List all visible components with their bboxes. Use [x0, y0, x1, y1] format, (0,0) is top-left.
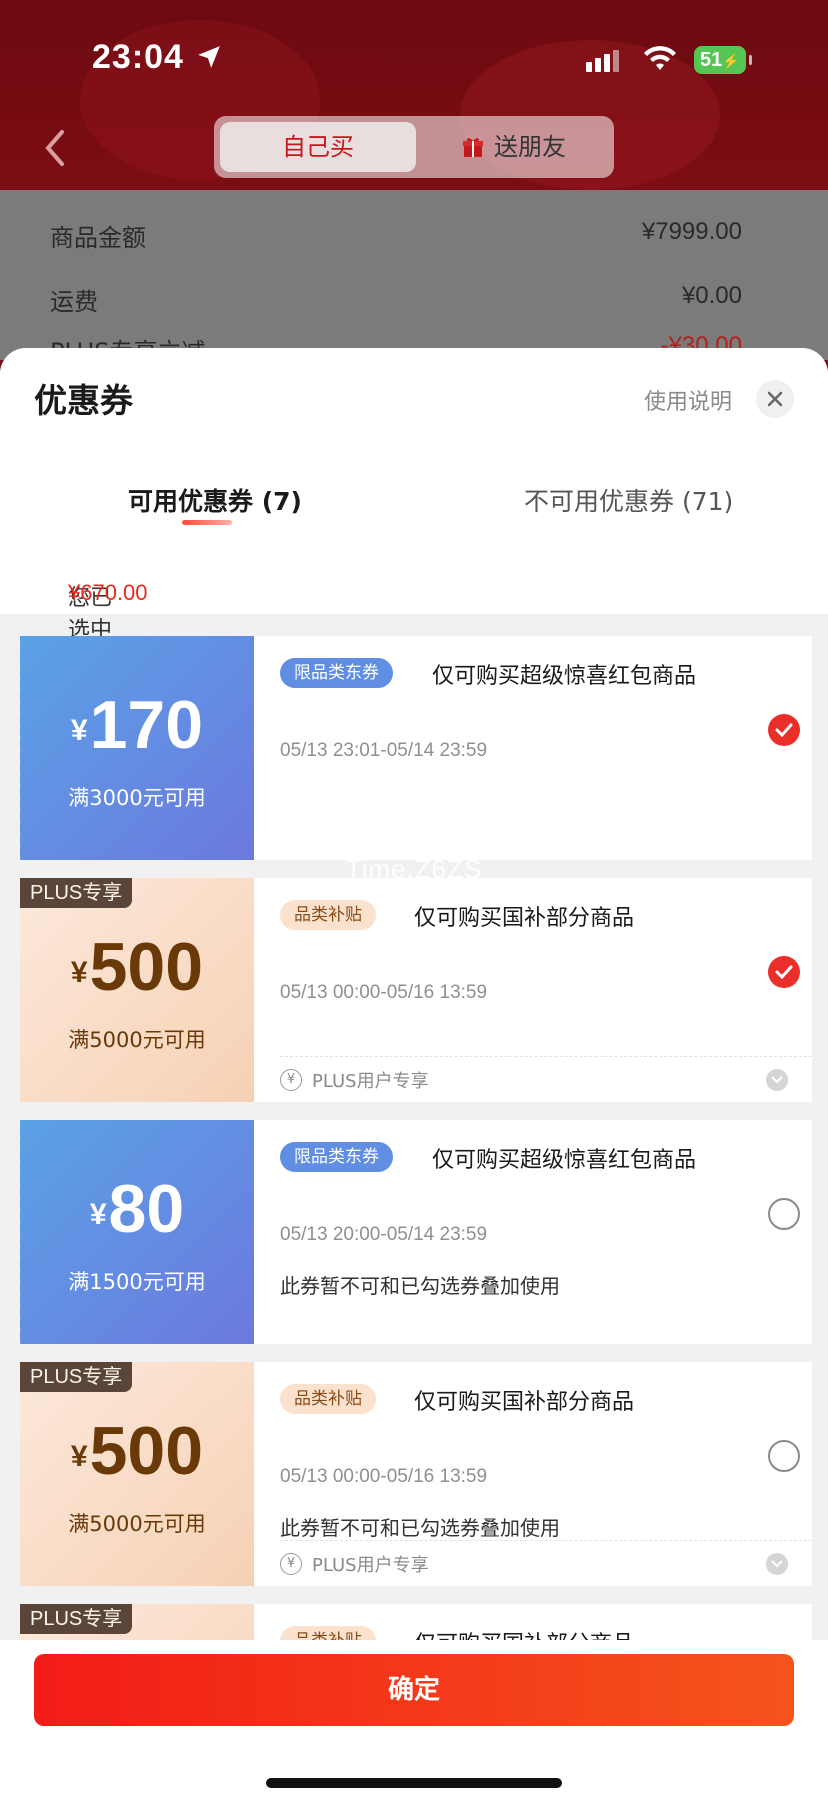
active-tab-indicator	[182, 520, 232, 525]
plus-note: PLUS用户专享	[312, 1071, 429, 1092]
coupon-tag: 品类补贴	[280, 900, 376, 930]
coupon-tag: 限品类东券	[280, 1142, 393, 1172]
coupon-validity: 05/13 23:01-05/14 23:59	[280, 740, 488, 761]
bottom-action-bar: 确定	[0, 1640, 828, 1800]
coupon-sheet: 优惠券 使用说明 可用优惠券 (7) 不可用优惠券 (71) 您已选中优惠券２张…	[0, 348, 828, 1800]
wifi-icon	[644, 46, 676, 70]
coupon-amount: ¥500	[20, 1412, 254, 1490]
stacking-warning: 此券暂不可和已勾选券叠加使用	[280, 1516, 560, 1540]
gift-icon	[463, 138, 483, 157]
plus-note-row[interactable]: ¥ PLUS用户专享	[280, 1056, 812, 1096]
plus-note: PLUS用户专享	[312, 1555, 429, 1576]
currency-symbol: ¥	[70, 714, 88, 747]
coupon-checkbox[interactable]	[768, 956, 800, 988]
coupon-value-panel: PLUS专享 ¥500 满5000元可用	[16, 1362, 254, 1586]
status-time: 23:04	[92, 38, 184, 76]
coupon-condition: 满1500元可用	[68, 1270, 206, 1294]
coupon-description: 仅可购买国补部分商品	[414, 1390, 635, 1415]
sheet-title: 优惠券	[34, 381, 133, 420]
back-arrow-icon[interactable]	[40, 128, 70, 168]
confirm-button[interactable]: 确定	[34, 1654, 794, 1726]
coupon-details: 品类补贴 仅可购买国补部分商品 05/13 00:00-05/16 13:59 …	[254, 1362, 812, 1586]
order-summary: 商品金额 ¥7999.00 运费 ¥0.00 PLUS专享立减 -¥30.00	[0, 190, 828, 366]
tab-unavailable-coupons[interactable]: 不可用优惠券 (71)	[524, 482, 733, 518]
coupon-validity: 05/13 00:00-05/16 13:59	[280, 982, 488, 1003]
plus-note-row[interactable]: ¥ PLUS用户专享	[280, 1540, 812, 1580]
coupon-condition: 满5000元可用	[68, 1028, 206, 1052]
watermark: Time.Z6ZS	[345, 854, 483, 884]
coupon-amount-value: 170	[89, 687, 204, 763]
coupon-details: 限品类东券 仅可购买超级惊喜红包商品 05/13 20:00-05/14 23:…	[254, 1120, 812, 1344]
coupon-condition: 满5000元可用	[68, 1512, 206, 1536]
coupon-details: 限品类东券 仅可购买超级惊喜红包商品 05/13 23:01-05/14 23:…	[254, 636, 812, 860]
coupon-value-panel: ¥170 满3000元可用	[16, 636, 254, 860]
coupon-card[interactable]: ¥170 满3000元可用 限品类东券 仅可购买超级惊喜红包商品 05/13 2…	[16, 636, 812, 860]
summary-label: 商品金额	[50, 224, 146, 252]
summary-value: ¥0.00	[681, 282, 742, 309]
coupon-amount-value: 500	[89, 1413, 204, 1489]
coupon-amount-value: 80	[108, 1171, 185, 1247]
close-icon	[767, 391, 783, 407]
checkmark-icon	[775, 723, 793, 737]
plus-exclusive-badge: PLUS专享	[20, 1362, 133, 1392]
selected-summary: 您已选中优惠券２张，共可抵用¥670.00	[0, 540, 828, 803]
summary-label: 运费	[50, 288, 98, 316]
home-indicator	[266, 1778, 562, 1788]
coupon-checkbox[interactable]	[768, 1440, 800, 1472]
coupon-card[interactable]: ¥80 满1500元可用 限品类东券 仅可购买超级惊喜红包商品 05/13 20…	[16, 1120, 812, 1344]
tab-buy-for-self[interactable]: 自己买	[220, 122, 416, 172]
yen-coin-icon: ¥	[280, 1553, 302, 1575]
plus-exclusive-badge: PLUS专享	[20, 1604, 133, 1634]
tab-send-to-friend-label: 送朋友	[494, 133, 566, 161]
currency-symbol: ¥	[70, 956, 88, 989]
coupon-value-panel: PLUS专享 ¥500 满5000元可用	[16, 878, 254, 1102]
close-button[interactable]	[756, 380, 794, 418]
coupon-amount: ¥500	[20, 928, 254, 1006]
yen-coin-icon: ¥	[280, 1069, 302, 1091]
coupon-validity: 05/13 00:00-05/16 13:59	[280, 1466, 488, 1487]
battery-level: 51	[700, 49, 723, 71]
usage-instructions-link[interactable]: 使用说明	[644, 384, 732, 416]
currency-symbol: ¥	[89, 1198, 107, 1231]
currency-symbol: ¥	[70, 1440, 88, 1473]
coupon-checkbox[interactable]	[768, 1198, 800, 1230]
location-arrow-icon	[198, 46, 220, 68]
coupon-validity: 05/13 20:00-05/14 23:59	[280, 1224, 488, 1245]
selected-amount: ¥670.00	[68, 580, 148, 605]
sheet-header: 优惠券 使用说明 可用优惠券 (7) 不可用优惠券 (71)	[0, 348, 828, 540]
cellular-signal-icon	[586, 50, 622, 76]
battery-icon: 51⚡	[694, 46, 752, 74]
status-bar: 23:04 51⚡	[0, 38, 828, 88]
coupon-checkbox[interactable]	[768, 714, 800, 746]
summary-value: ¥7999.00	[641, 218, 742, 245]
coupon-amount: ¥170	[20, 686, 254, 764]
stacking-warning: 此券暂不可和已勾选券叠加使用	[280, 1274, 560, 1298]
tab-available-coupons[interactable]: 可用优惠券 (7)	[128, 482, 302, 518]
page-header: 23:04 51⚡ 自己买 送朋友	[0, 0, 828, 190]
coupon-condition: 满3000元可用	[68, 786, 206, 810]
summary-row: 商品金额 ¥7999.00	[50, 218, 742, 258]
coupon-details: 品类补贴 仅可购买国补部分商品 05/13 00:00-05/16 13:59 …	[254, 878, 812, 1102]
purchase-mode-switch: 自己买 送朋友	[214, 116, 614, 178]
chevron-down-icon[interactable]	[766, 1069, 788, 1091]
coupon-tag: 品类补贴	[280, 1384, 376, 1414]
coupon-description: 仅可购买国补部分商品	[414, 906, 635, 931]
coupon-amount-value: 500	[89, 929, 204, 1005]
coupon-amount: ¥80	[20, 1170, 254, 1248]
checkmark-icon	[775, 965, 793, 979]
coupon-value-panel: ¥80 满1500元可用	[16, 1120, 254, 1344]
coupon-card[interactable]: PLUS专享 ¥500 满5000元可用 品类补贴 仅可购买国补部分商品 05/…	[16, 1362, 812, 1586]
coupon-tag: 限品类东券	[280, 658, 393, 688]
coupon-description: 仅可购买超级惊喜红包商品	[432, 1148, 697, 1173]
summary-row: 运费 ¥0.00	[50, 282, 742, 322]
tab-send-to-friend[interactable]: 送朋友	[420, 122, 608, 172]
coupon-card[interactable]: PLUS专享 ¥500 满5000元可用 品类补贴 仅可购买国补部分商品 05/…	[16, 878, 812, 1102]
coupon-description: 仅可购买超级惊喜红包商品	[432, 664, 697, 689]
chevron-down-icon[interactable]	[766, 1553, 788, 1575]
